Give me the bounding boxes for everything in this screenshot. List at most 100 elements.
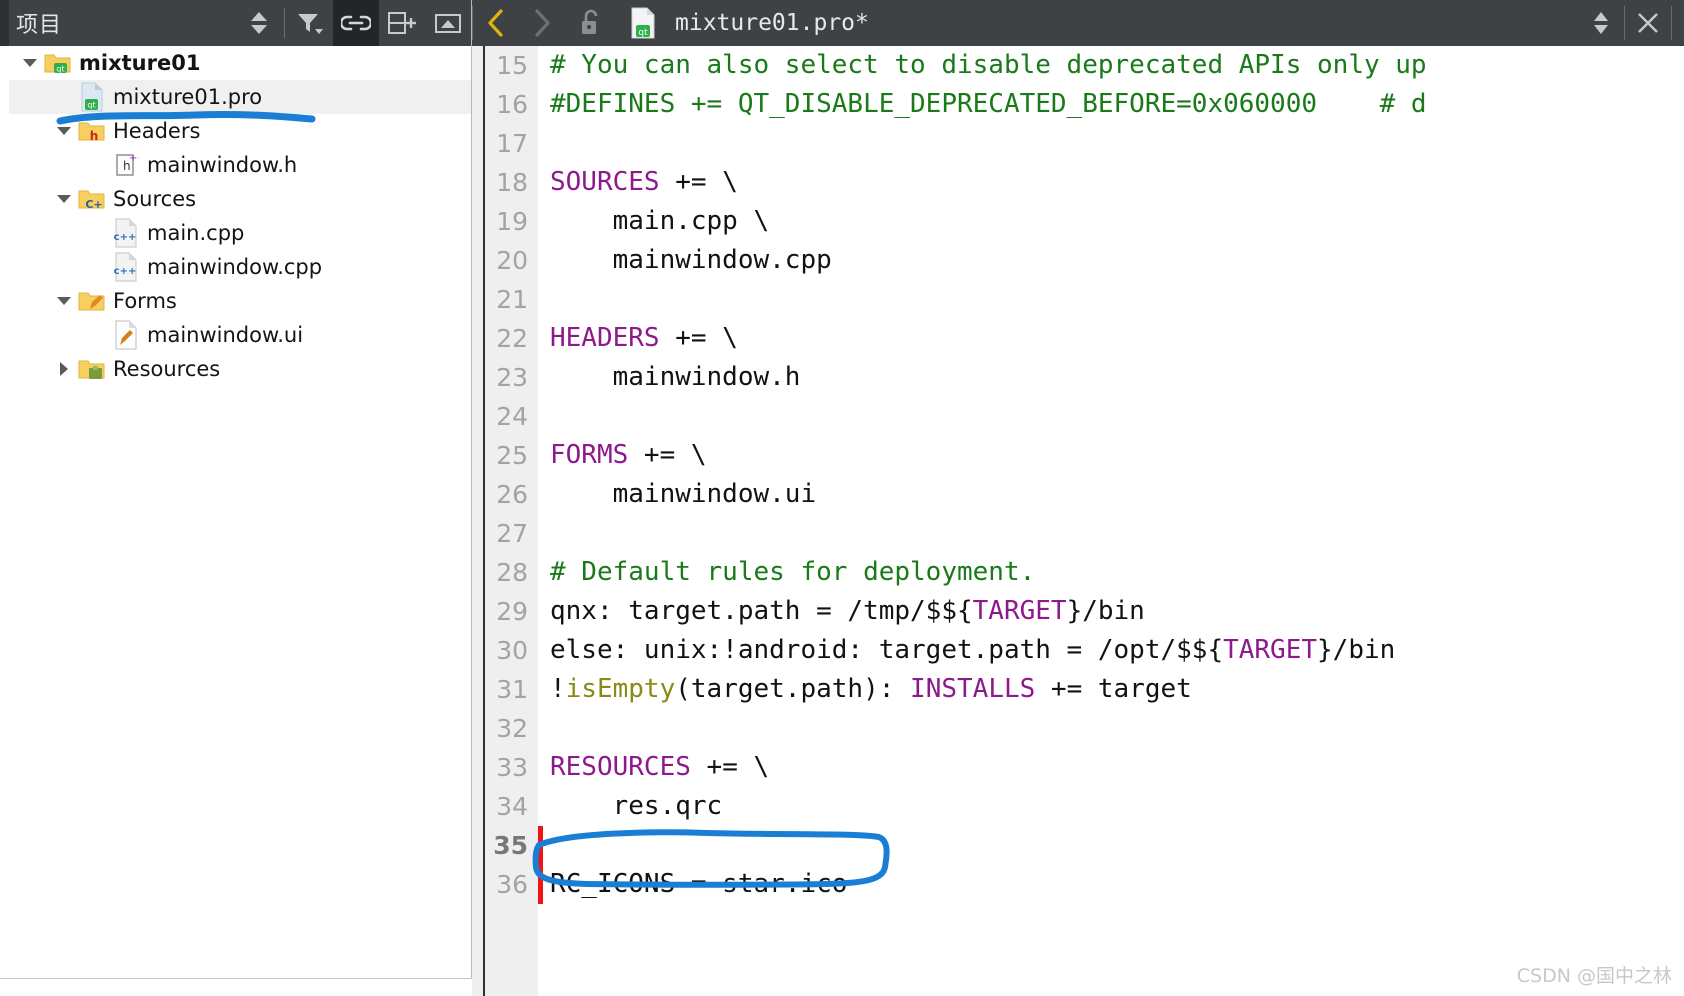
code-line[interactable]: 32 xyxy=(472,709,1684,748)
project-toolbar: 项目 xyxy=(0,0,471,46)
svg-text:c++: c++ xyxy=(114,232,137,243)
chevron-down-icon[interactable] xyxy=(51,190,77,208)
code-line[interactable]: 16 #DEFINES += QT_DISABLE_DEPRECATED_BEFO… xyxy=(472,85,1684,124)
tree-item-headers[interactable]: h Headers xyxy=(9,114,471,148)
line-number: 21 xyxy=(496,285,528,314)
code-line[interactable]: 21 xyxy=(472,280,1684,319)
editor-tab-filename[interactable]: mixture01.pro* xyxy=(675,10,869,36)
code-line[interactable]: 28 # Default rules for deployment. xyxy=(472,553,1684,592)
code-line[interactable]: 24 xyxy=(472,397,1684,436)
tree-item-mainwindow-cpp[interactable]: c++ mainwindow.cpp xyxy=(9,250,471,284)
tab-dropdown-icon[interactable] xyxy=(1578,0,1624,46)
unlock-icon[interactable] xyxy=(565,0,617,46)
code-token: RESOURCES xyxy=(550,752,691,782)
code-line[interactable]: 22 HEADERS += \ xyxy=(472,319,1684,358)
cpp-file-icon: c++ xyxy=(111,218,141,248)
line-number: 16 xyxy=(496,90,528,119)
code-line[interactable]: 31 !isEmpty(target.path): INSTALLS += tar… xyxy=(472,670,1684,709)
code-editor[interactable]: 15 # You can also select to disable depre… xyxy=(472,46,1684,996)
close-icon[interactable] xyxy=(1625,0,1671,46)
ui-file-icon xyxy=(111,320,141,350)
headers-folder-icon: h xyxy=(77,118,107,144)
line-number: 22 xyxy=(496,324,528,353)
chevron-down-icon[interactable] xyxy=(51,292,77,310)
line-number: 33 xyxy=(496,753,528,782)
tree-item-label: mixture01.pro xyxy=(113,85,263,109)
code-line[interactable]: 15 # You can also select to disable depre… xyxy=(472,46,1684,85)
code-line-text: mainwindow.h xyxy=(538,358,801,397)
line-number: 15 xyxy=(496,51,528,80)
tree-item-mainwindow-ui[interactable]: mainwindow.ui xyxy=(9,318,471,352)
code-token: }/bin xyxy=(1066,596,1145,626)
tree-item-resources[interactable]: Resources xyxy=(9,352,471,386)
code-token: ! xyxy=(550,674,566,704)
sidebar-bottom-strip xyxy=(0,978,472,996)
code-line[interactable]: 33 RESOURCES += \ xyxy=(472,748,1684,787)
code-line[interactable]: 36 RC_ICONS = star.ico xyxy=(472,865,1684,904)
code-line-text: mainwindow.ui xyxy=(538,475,817,514)
forward-arrow-icon[interactable] xyxy=(519,0,565,46)
code-token: mainwindow.ui xyxy=(550,479,817,509)
sort-updown-icon[interactable] xyxy=(236,0,282,46)
code-line[interactable]: 29 qnx: target.path = /tmp/$${TARGET}/bin xyxy=(472,592,1684,631)
code-token: += \ xyxy=(628,440,707,470)
chevron-right-icon[interactable] xyxy=(51,360,77,378)
code-line[interactable]: 25 FORMS += \ xyxy=(472,436,1684,475)
tree-item-label: mainwindow.cpp xyxy=(147,255,323,279)
code-line[interactable]: 20 mainwindow.cpp xyxy=(472,241,1684,280)
tree-item-label: Sources xyxy=(113,187,197,211)
code-line[interactable]: 18 SOURCES += \ xyxy=(472,163,1684,202)
tree-item-sources[interactable]: C+ Sources xyxy=(9,182,471,216)
code-line[interactable]: 35 xyxy=(472,826,1684,865)
code-line-text: !isEmpty(target.path): INSTALLS += targe… xyxy=(538,670,1192,709)
code-line[interactable]: 23 mainwindow.h xyxy=(472,358,1684,397)
svg-text:qt: qt xyxy=(56,65,64,74)
tabbar-right-divider xyxy=(1671,6,1672,40)
line-number: 20 xyxy=(496,246,528,275)
svg-text:c++: c++ xyxy=(114,266,137,277)
code-token: main.cpp \ xyxy=(550,206,770,236)
code-line[interactable]: 19 main.cpp \ xyxy=(472,202,1684,241)
line-number: 19 xyxy=(496,207,528,236)
code-line[interactable]: 27 xyxy=(472,514,1684,553)
filter-icon[interactable] xyxy=(287,0,333,46)
code-token: HEADERS xyxy=(550,323,660,353)
code-line[interactable]: 30 else: unix:!android: target.path = /op… xyxy=(472,631,1684,670)
code-token: RC_ICONS = star.ico xyxy=(550,869,848,899)
code-line[interactable]: 34 res.qrc xyxy=(472,787,1684,826)
tree-item-label: Resources xyxy=(113,357,221,381)
code-token: TARGET xyxy=(1223,635,1318,665)
editor-panel: qt mixture01.pro* 15 # You can also sele… xyxy=(472,0,1684,996)
tree-item-mixture01[interactable]: qt mixture01 xyxy=(9,46,471,80)
collapse-icon[interactable] xyxy=(425,0,471,46)
code-line[interactable]: 26 mainwindow.ui xyxy=(472,475,1684,514)
chevron-down-icon[interactable] xyxy=(17,54,43,72)
tree-item-mixture01-pro[interactable]: qt mixture01.pro xyxy=(9,80,471,114)
svg-text:++: ++ xyxy=(129,153,139,164)
code-line-text: main.cpp \ xyxy=(538,202,770,241)
back-arrow-icon[interactable] xyxy=(473,0,519,46)
code-line-text: qnx: target.path = /tmp/$${TARGET}/bin xyxy=(538,592,1145,631)
chevron-down-icon[interactable] xyxy=(51,122,77,140)
qt-pro-file-icon: qt xyxy=(77,82,107,112)
toolbar-divider xyxy=(284,8,285,38)
code-line[interactable]: 17 xyxy=(472,124,1684,163)
code-line-text: mainwindow.cpp xyxy=(538,241,832,280)
line-number: 32 xyxy=(496,714,528,743)
line-number: 30 xyxy=(496,636,528,665)
tree-item-label: Forms xyxy=(113,289,177,313)
svg-text:qt: qt xyxy=(87,101,95,110)
link-icon[interactable] xyxy=(333,0,379,46)
code-line-text: HEADERS += \ xyxy=(538,319,738,358)
tree-item-forms[interactable]: Forms xyxy=(9,284,471,318)
tree-item-mainwindow-h[interactable]: h++mainwindow.h xyxy=(9,148,471,182)
tree-item-main-cpp[interactable]: c++ main.cpp xyxy=(9,216,471,250)
forms-folder-icon xyxy=(77,288,107,314)
line-number: 26 xyxy=(496,480,528,509)
split-add-icon[interactable] xyxy=(379,0,425,46)
code-line-text: #DEFINES += QT_DISABLE_DEPRECATED_BEFORE… xyxy=(538,85,1427,124)
toolbar-edge-strip xyxy=(0,0,9,46)
code-line-text: # You can also select to disable depreca… xyxy=(538,46,1427,85)
code-token: SOURCES xyxy=(550,167,660,197)
svg-text:C+: C+ xyxy=(85,198,102,211)
